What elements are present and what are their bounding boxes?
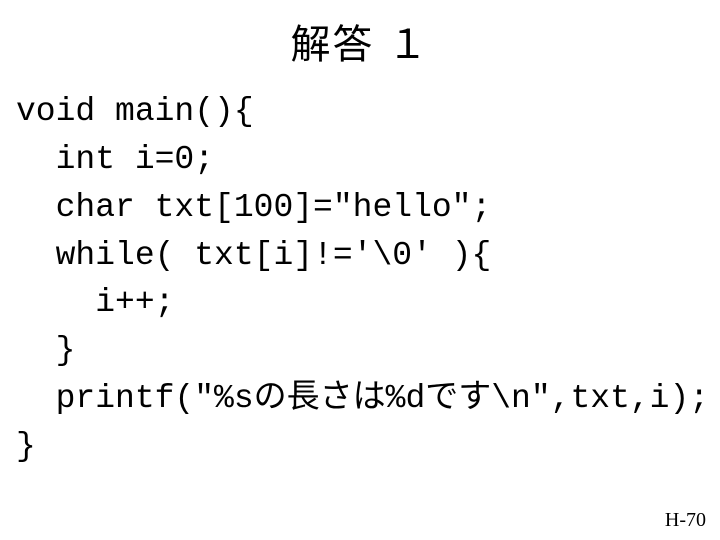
page-number: H-70: [665, 509, 706, 532]
code-line: i++;: [16, 284, 174, 321]
code-line: void main(){: [16, 93, 254, 130]
code-line: while( txt[i]!='\0' ){: [16, 237, 491, 274]
code-line: }: [16, 428, 36, 465]
code-line: }: [16, 332, 75, 369]
code-line: char txt[100]="hello";: [16, 189, 491, 226]
code-block: void main(){ int i=0; char txt[100]="hel…: [0, 88, 720, 471]
code-line: int i=0;: [16, 141, 214, 178]
slide-title: 解答 １: [0, 0, 720, 88]
code-line: printf("%sの長さは%dです\n",txt,i);: [16, 380, 709, 417]
